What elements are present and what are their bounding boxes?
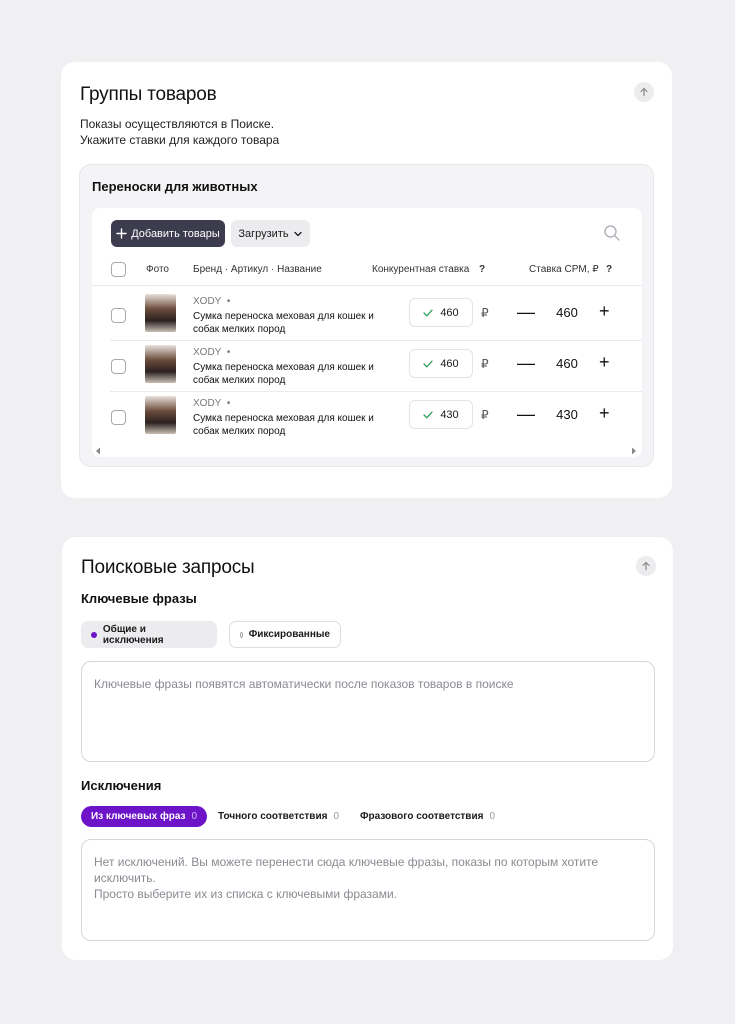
exclusions-text-2: исключить. <box>94 871 156 885</box>
tab-count: 0 <box>489 811 495 822</box>
column-cpm[interactable]: Ставка CPM, ₽ <box>529 264 599 275</box>
collapse-search-button[interactable] <box>636 556 656 576</box>
tab-exact-match[interactable]: Точного соответствия 0 <box>218 806 339 827</box>
product-brand: XODY • <box>193 398 231 409</box>
exclusions-title: Исключения <box>81 778 162 793</box>
exclusions-text-3: Просто выберите их из списка с ключевыми… <box>94 887 398 901</box>
increase-bid-button[interactable]: + <box>599 301 610 322</box>
competitive-bid-value: 460 <box>440 357 459 370</box>
cpm-bid-value[interactable]: 460 <box>552 356 582 371</box>
header-divider <box>92 285 642 286</box>
product-name[interactable]: Сумка переноска меховая для кошек и соба… <box>193 310 383 336</box>
pill-fixed-label: Фиксированные <box>248 629 330 640</box>
decrease-bid-button[interactable]: — <box>517 302 535 323</box>
add-products-button[interactable]: Добавить товары <box>111 220 225 247</box>
selected-dot-icon <box>91 631 97 638</box>
pill-general-exclusions[interactable]: Общие и исключения <box>81 621 217 648</box>
column-photo: Фото <box>146 264 169 275</box>
cpm-bid-value[interactable]: 430 <box>552 407 582 422</box>
increase-bid-button[interactable]: + <box>599 352 610 373</box>
scroll-right-icon[interactable] <box>631 447 637 455</box>
groups-subtitle-1: Показы осуществляются в Поиске. <box>80 117 275 131</box>
competitive-bid-value: 460 <box>440 306 459 319</box>
collapse-groups-button[interactable] <box>634 82 654 102</box>
unselected-dot-icon <box>240 631 243 638</box>
plus-icon <box>116 228 127 239</box>
arrow-up-icon <box>640 87 648 97</box>
tab-count: 0 <box>333 811 340 822</box>
competitive-help-icon[interactable]: ? <box>479 264 485 275</box>
currency-sign: ₽ <box>481 357 489 371</box>
product-group: Переноски для животных Добавить товары З… <box>79 164 654 467</box>
add-products-label: Добавить товары <box>131 227 220 240</box>
currency-sign: ₽ <box>481 306 489 320</box>
check-icon <box>423 309 433 316</box>
product-groups-title: Группы товаров <box>80 84 217 105</box>
competitive-bid-button[interactable]: 460 <box>409 349 473 378</box>
chevron-down-icon <box>293 231 302 236</box>
group-title: Переноски для животных <box>92 179 258 194</box>
increase-bid-button[interactable]: + <box>599 403 610 424</box>
search-queries-title: Поисковые запросы <box>81 557 255 578</box>
table-row: XODY • Сумка переноска меховая для кошек… <box>92 392 642 443</box>
tab-label: Фразового соответствия <box>360 811 484 822</box>
column-brand[interactable]: Бренд · Артикул · Название <box>193 264 322 275</box>
horizontal-scrollbar[interactable] <box>92 445 642 457</box>
scroll-left-icon[interactable] <box>95 447 101 455</box>
tab-label: Точного соответствия <box>218 811 328 822</box>
pill-general-label: Общие и исключения <box>102 623 164 646</box>
product-brand: XODY • <box>193 347 231 358</box>
product-photo[interactable] <box>145 396 176 434</box>
upload-button[interactable]: Загрузить <box>231 220 310 247</box>
row-checkbox[interactable] <box>111 308 126 323</box>
groups-subtitle-2: Укажите ставки для каждого товара <box>80 133 280 147</box>
product-name[interactable]: Сумка переноска меховая для кошек и соба… <box>193 412 383 438</box>
search-queries-card: Поисковые запросы Ключевые фразы Общие и… <box>62 537 673 960</box>
products-table: Добавить товары Загрузить Фото Бренд · А… <box>92 208 642 457</box>
search-icon[interactable] <box>603 224 621 242</box>
pill-fixed[interactable]: Фиксированные <box>229 621 341 648</box>
product-photo[interactable] <box>145 345 176 383</box>
tab-count: 0 <box>191 811 198 822</box>
keywords-title: Ключевые фразы <box>81 591 197 606</box>
check-icon <box>423 360 433 367</box>
keywords-placeholder: Ключевые фразы появятся автоматически по… <box>94 677 514 691</box>
row-checkbox[interactable] <box>111 410 126 425</box>
product-brand: XODY • <box>193 296 231 307</box>
exclusions-text-1: Нет исключений. Вы можете перенести сюда… <box>94 855 599 869</box>
tab-from-keywords[interactable]: Из ключевых фраз 0 <box>81 806 208 827</box>
competitive-bid-button[interactable]: 430 <box>409 400 473 429</box>
cpm-bid-value[interactable]: 460 <box>552 305 582 320</box>
row-checkbox[interactable] <box>111 359 126 374</box>
upload-label: Загрузить <box>238 227 289 240</box>
keywords-textarea[interactable]: Ключевые фразы появятся автоматически по… <box>81 661 655 762</box>
product-photo[interactable] <box>145 294 176 332</box>
table-row: XODY • Сумка переноска меховая для кошек… <box>92 341 642 392</box>
competitive-bid-button[interactable]: 460 <box>409 298 473 327</box>
product-groups-card: Группы товаров Показы осуществляются в П… <box>61 62 672 498</box>
arrow-up-icon <box>642 561 650 571</box>
decrease-bid-button[interactable]: — <box>517 353 535 374</box>
tab-label: Из ключевых фраз <box>91 811 186 822</box>
currency-sign: ₽ <box>481 408 489 422</box>
product-name[interactable]: Сумка переноска меховая для кошек и соба… <box>193 361 383 387</box>
exclusions-textarea[interactable]: Нет исключений. Вы можете перенести сюда… <box>81 839 655 941</box>
select-all-checkbox[interactable] <box>111 262 126 277</box>
column-competitive[interactable]: Конкурентная ставка <box>372 264 469 275</box>
check-icon <box>423 411 433 418</box>
decrease-bid-button[interactable]: — <box>517 404 535 425</box>
table-row: XODY • Сумка переноска меховая для кошек… <box>92 290 642 341</box>
cpm-help-icon[interactable]: ? <box>606 264 612 275</box>
competitive-bid-value: 430 <box>440 408 459 421</box>
tab-phrase-match[interactable]: Фразового соответствия 0 <box>360 806 495 827</box>
